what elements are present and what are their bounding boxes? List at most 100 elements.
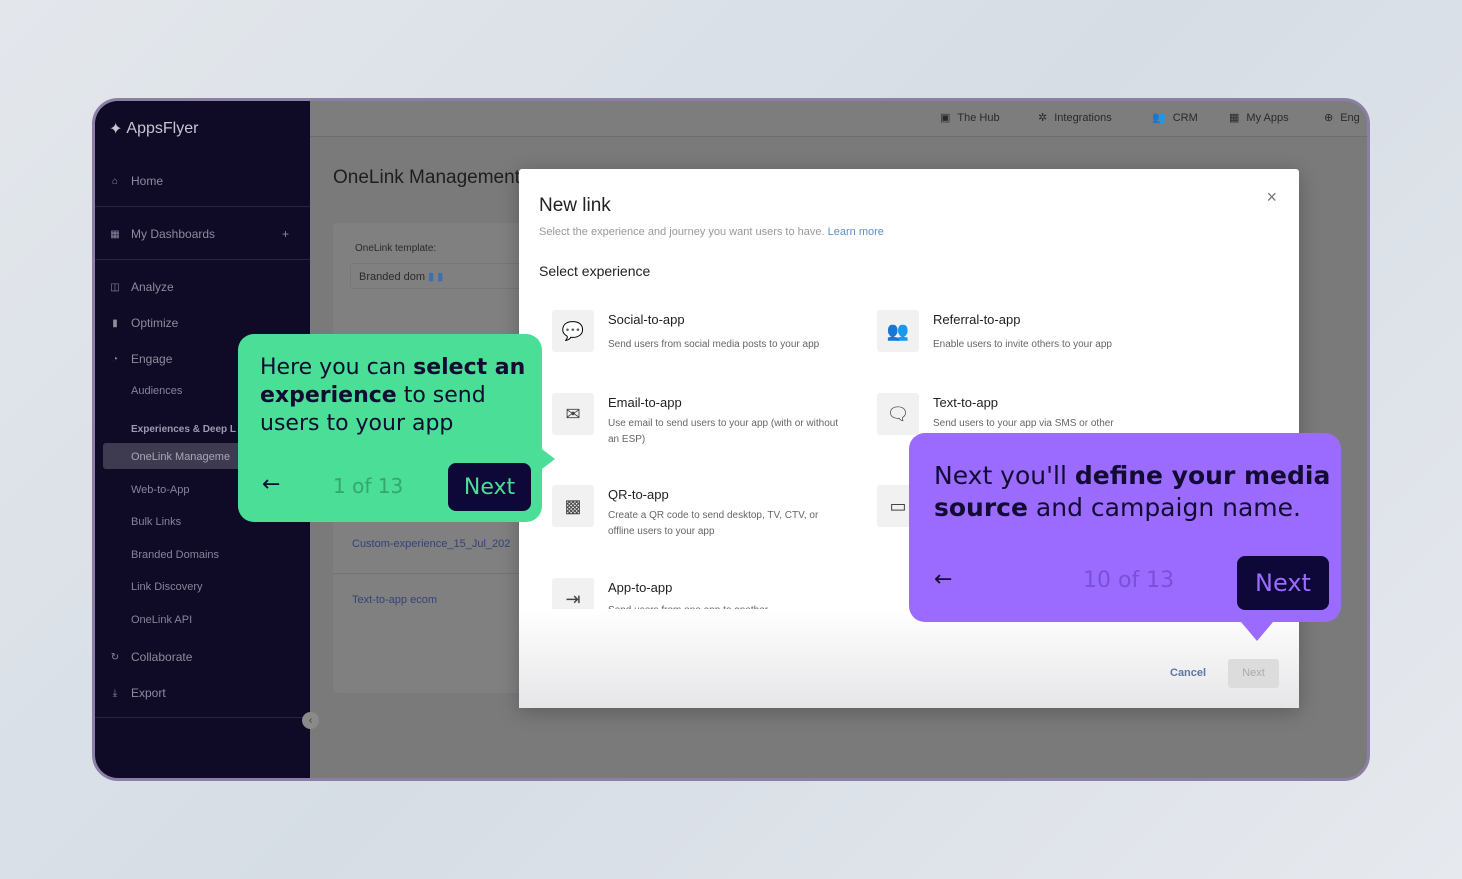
nav-language[interactable]: ⊕ Eng xyxy=(1324,111,1360,125)
label: Optimize xyxy=(131,316,179,330)
section-title: Select experience xyxy=(539,263,651,279)
text: Here you can xyxy=(260,355,414,380)
option-desc: Enable users to invite others to your ap… xyxy=(933,339,1112,350)
option-title: Text-to-app xyxy=(933,395,999,410)
option-text-to-app[interactable]: 🗨 Text-to-app Send users to your app via S… xyxy=(877,393,1168,435)
sync-icon: ↻ xyxy=(110,651,120,663)
option-desc: Send users to your app via SMS or other xyxy=(933,418,1114,429)
sidebar-item-dashboards[interactable]: ▦ My Dashboards + xyxy=(109,227,289,241)
referral-icon: 👥 xyxy=(877,310,919,352)
option-qr-to-app[interactable]: ▩ QR-to-app Create a QR code to send deskt… xyxy=(552,485,843,540)
sidebar-item-bulk-links[interactable]: Bulk Links xyxy=(131,516,181,528)
add-dashboard-button[interactable]: + xyxy=(282,227,289,241)
label: CRM xyxy=(1172,111,1198,124)
dashboard-icon: ▦ xyxy=(110,228,120,240)
sidebar-item-export[interactable]: ⤓ Export xyxy=(109,686,166,700)
sidebar-item-link-discovery[interactable]: Link Discovery xyxy=(131,581,203,593)
label: Engage xyxy=(131,352,173,366)
sidebar-item-onelink-management[interactable]: OneLink Manageme xyxy=(131,451,241,463)
qr-icon: ▩ xyxy=(552,485,594,527)
brand-name: AppsFlyer xyxy=(126,120,199,137)
sidebar-item-branded-domains[interactable]: Branded Domains xyxy=(131,549,219,561)
grid-icon: ▦ xyxy=(1229,112,1240,124)
option-desc: Create a QR code to send desktop, TV, CT… xyxy=(608,510,819,537)
sidebar-item-audiences[interactable]: Audiences xyxy=(131,385,182,397)
logo: ✦ AppsFlyer xyxy=(109,119,198,139)
template-label: OneLink template: xyxy=(355,243,437,254)
divider xyxy=(95,259,310,260)
option-title: QR-to-app xyxy=(608,487,669,502)
modal-footer-shade xyxy=(519,609,1299,708)
back-arrow-icon[interactable]: ← xyxy=(934,567,952,592)
subtitle-text: Select the experience and journey you wa… xyxy=(539,226,825,238)
label: Export xyxy=(131,686,166,700)
sidebar-item-collaborate[interactable]: ↻ Collaborate xyxy=(109,650,193,664)
divider xyxy=(333,573,533,574)
nav-the-hub[interactable]: ▣ The Hub xyxy=(940,111,1000,125)
users-icon: 👥 xyxy=(1152,112,1166,124)
link-row[interactable]: Custom-experience_15_Jul_202 xyxy=(352,538,510,550)
label: Analyze xyxy=(131,280,174,294)
page-title: OneLink Management xyxy=(333,167,520,188)
sidebar-item-web-to-app[interactable]: Web-to-App xyxy=(131,484,190,496)
tooltip-text: Here you can select an experience to sen… xyxy=(260,354,530,438)
tour-next-button[interactable]: Next xyxy=(1237,556,1329,610)
step-counter: 1 of 13 xyxy=(333,474,404,498)
divider xyxy=(95,206,310,207)
divider xyxy=(95,717,310,718)
sidebar-item-onelink-api[interactable]: OneLink API xyxy=(131,614,192,626)
puzzle-icon: ✲ xyxy=(1038,112,1048,124)
cancel-button[interactable]: Cancel xyxy=(1170,667,1206,679)
social-icon: 💬 xyxy=(552,310,594,352)
engage-icon: ◔ xyxy=(111,353,119,365)
tooltip-pointer xyxy=(1241,622,1273,641)
appsflyer-logo-icon: ✦ xyxy=(109,121,123,138)
sidebar-item-optimize[interactable]: ▮ Optimize xyxy=(109,316,178,330)
label: Integrations xyxy=(1054,111,1112,124)
option-title: Email-to-app xyxy=(608,395,682,410)
nav-crm[interactable]: 👥 CRM xyxy=(1152,111,1198,125)
sidebar-section-experiences: Experiences & Deep L xyxy=(131,424,237,435)
sidebar-item-engage[interactable]: ◔ Engage xyxy=(109,352,172,366)
label: My Apps xyxy=(1246,111,1289,124)
nav-integrations[interactable]: ✲ Integrations xyxy=(1038,111,1112,125)
tour-tooltip-step-1: Here you can select an experience to sen… xyxy=(238,334,555,522)
text: and campaign name. xyxy=(1027,493,1301,522)
option-desc: Send users from social media posts to yo… xyxy=(608,339,820,350)
tour-tooltip-step-10: Next you'll define your media source and… xyxy=(909,433,1341,641)
nav-my-apps[interactable]: ▦ My Apps xyxy=(1229,111,1289,125)
tooltip-text: Next you'll define your media source and… xyxy=(934,460,1334,524)
bar-chart-icon: ▮ xyxy=(112,317,118,329)
option-desc: Use email to send users to your app (wit… xyxy=(608,418,839,445)
analyze-icon: ◫ xyxy=(110,281,120,293)
option-title: Social-to-app xyxy=(608,312,685,327)
modal-next-button[interactable]: Next xyxy=(1228,659,1279,688)
email-icon: ✉ xyxy=(552,393,594,435)
sidebar-item-analyze[interactable]: ◫ Analyze xyxy=(109,280,174,294)
option-social-to-app[interactable]: 💬 Social-to-app Send users from social med… xyxy=(552,310,843,353)
download-icon: ⤓ xyxy=(112,687,118,699)
collapse-sidebar-button[interactable]: ‹ xyxy=(302,712,319,729)
step-counter: 10 of 13 xyxy=(1083,568,1175,593)
learn-more-link[interactable]: Learn more xyxy=(828,226,884,238)
value: Branded dom xyxy=(359,271,426,283)
link-row[interactable]: Text-to-app ecom xyxy=(352,594,437,606)
close-icon[interactable]: × xyxy=(1266,187,1277,208)
tour-next-button[interactable]: Next xyxy=(448,463,531,511)
chat-icon: 🗨 xyxy=(877,393,919,435)
modal-subtitle: Select the experience and journey you wa… xyxy=(539,226,884,238)
sidebar-item-home[interactable]: ⌂ Home xyxy=(109,174,163,188)
globe-icon: ⊕ xyxy=(1324,112,1334,124)
option-title: App-to-app xyxy=(608,580,673,595)
home-icon: ⌂ xyxy=(111,175,119,187)
ios-app-icon: ▮ xyxy=(428,271,435,283)
back-arrow-icon[interactable]: ← xyxy=(262,472,280,497)
modal-title: New link xyxy=(539,195,611,216)
template-select[interactable]: Branded dom ▮ ▮ xyxy=(350,263,533,289)
text: Next you'll xyxy=(934,461,1075,490)
label: Home xyxy=(131,174,164,188)
tooltip-pointer xyxy=(538,446,555,472)
option-email-to-app[interactable]: ✉ Email-to-app Use email to send users to … xyxy=(552,393,843,448)
label: Eng xyxy=(1340,111,1360,124)
option-referral-to-app[interactable]: 👥 Referral-to-app Enable users to invite o… xyxy=(877,310,1168,353)
